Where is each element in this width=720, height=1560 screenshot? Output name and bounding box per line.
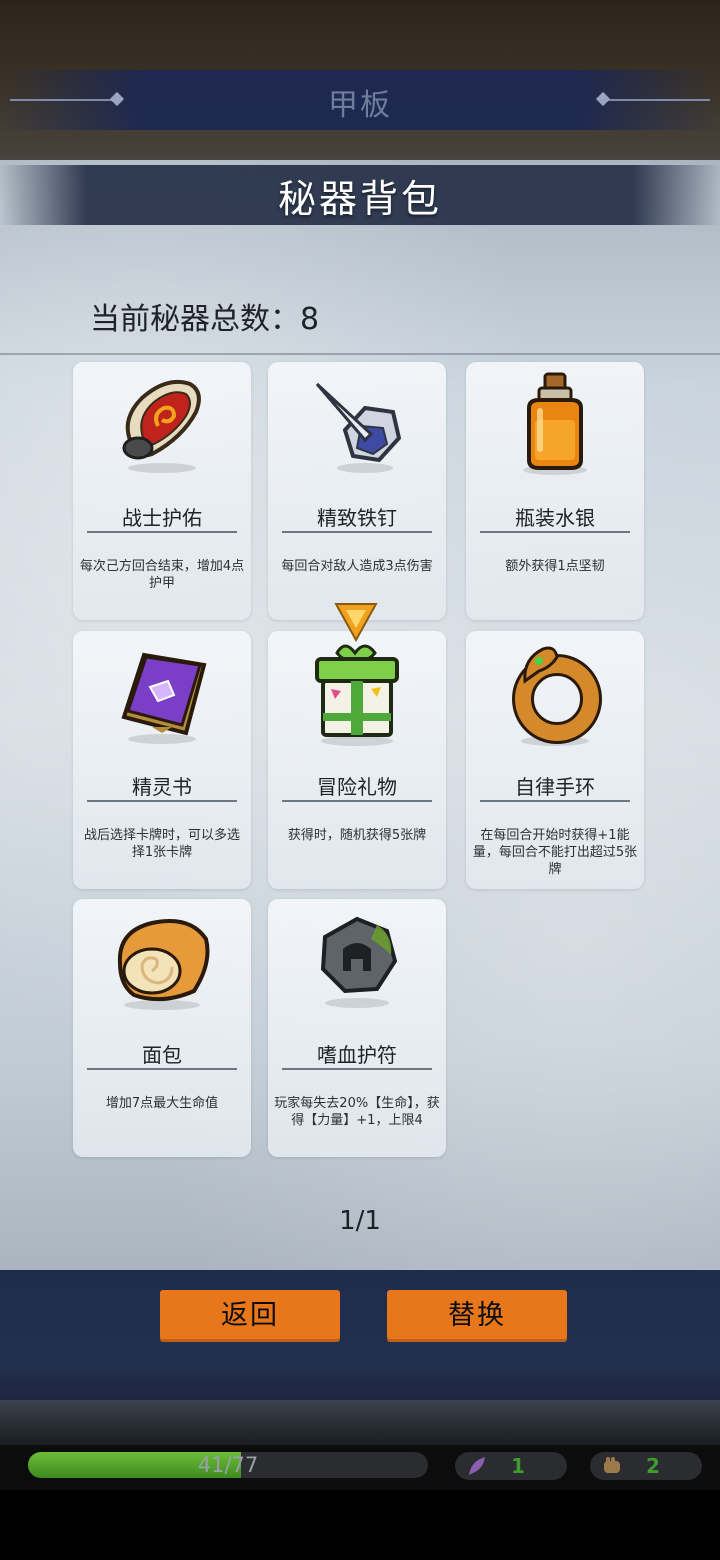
divider bbox=[0, 353, 720, 355]
name-underline bbox=[282, 800, 432, 802]
gift-box-icon bbox=[315, 644, 399, 746]
relic-name: 瓶装水银 bbox=[515, 506, 595, 530]
relic-description: 每次己方回合结束，增加4点护甲 bbox=[79, 559, 245, 591]
fist-icon bbox=[604, 1457, 620, 1473]
power-value: 2 bbox=[646, 1454, 660, 1478]
back-button[interactable]: 返回 bbox=[160, 1290, 340, 1342]
spell-book-icon bbox=[121, 652, 207, 744]
name-underline bbox=[282, 1068, 432, 1070]
scene-ground bbox=[0, 1400, 720, 1445]
name-underline bbox=[87, 1068, 237, 1070]
deck-title: 甲板 bbox=[328, 88, 392, 123]
stone-amulet-icon bbox=[320, 916, 398, 1008]
relic-card-bottled-mercury[interactable]: 瓶装水银 额外获得1点坚韧 bbox=[466, 362, 644, 620]
name-underline bbox=[480, 531, 630, 533]
panel-title: 秘器背包 bbox=[277, 177, 442, 221]
red-gauntlet-icon bbox=[122, 379, 201, 473]
relic-description: 获得时，随机获得5张牌 bbox=[287, 828, 427, 843]
name-underline bbox=[282, 531, 432, 533]
relic-name: 精致铁钉 bbox=[317, 506, 397, 530]
page-indicator: 1/1 bbox=[339, 1206, 381, 1236]
relic-name: 战士护佑 bbox=[122, 506, 202, 530]
bread-icon bbox=[117, 919, 210, 1010]
relic-card-bloodthirst-amulet[interactable]: 嗜血护符 玩家每失去20%【生命】，获得【力量】+1，上限4 bbox=[268, 899, 446, 1157]
relic-description: 每回合对敌人造成3点伤害 bbox=[281, 559, 433, 574]
relic-card-warrior-blessing[interactable]: 战士护佑 每次己方回合结束，增加4点护甲 bbox=[73, 362, 251, 620]
name-underline bbox=[480, 800, 630, 802]
relic-card-adventure-gift[interactable]: 冒险礼物 获得时，随机获得5张牌 bbox=[268, 631, 446, 889]
relic-description: 增加7点最大生命值 bbox=[105, 1096, 219, 1111]
hp-text: 41/77 bbox=[197, 1453, 259, 1477]
bottom-action-bar bbox=[0, 1270, 720, 1400]
relic-description: 在每回合开始时获得+1能量，每回合不能打出超过5张牌 bbox=[472, 828, 638, 877]
mercury-bottle-icon bbox=[523, 372, 587, 475]
energy-value: 1 bbox=[511, 1454, 525, 1478]
relic-description: 额外获得1点坚韧 bbox=[505, 559, 605, 574]
feather-icon bbox=[469, 1457, 485, 1475]
relic-count-value: 8 bbox=[300, 302, 320, 337]
dragon-bracelet-icon bbox=[512, 646, 602, 746]
relic-card-discipline-bracelet[interactable]: 自律手环 在每回合开始时获得+1能量，每回合不能打出超过5张牌 bbox=[466, 631, 644, 889]
relic-count: 当前秘器总数：8 bbox=[90, 294, 319, 338]
energy-counter: 1 bbox=[455, 1452, 567, 1480]
new-indicator-arrow-icon bbox=[334, 603, 378, 642]
relic-name: 自律手环 bbox=[515, 775, 595, 799]
relic-card-bread[interactable]: 面包 增加7点最大生命值 bbox=[73, 899, 251, 1157]
relic-description: 战后选择卡牌时，可以多选择1张卡牌 bbox=[83, 828, 240, 860]
name-underline bbox=[87, 531, 237, 533]
iron-nail-icon bbox=[315, 382, 402, 473]
name-underline bbox=[87, 800, 237, 802]
screen-bottom bbox=[0, 1490, 720, 1560]
relic-name: 嗜血护符 bbox=[317, 1043, 397, 1067]
relic-card-iron-nail[interactable]: 精致铁钉 每回合对敌人造成3点伤害 bbox=[268, 362, 446, 620]
power-counter: 2 bbox=[590, 1452, 702, 1480]
replace-button[interactable]: 替换 bbox=[387, 1290, 567, 1342]
relic-count-label: 当前秘器总数： bbox=[90, 302, 300, 337]
relic-name: 面包 bbox=[142, 1043, 182, 1067]
relic-name: 精灵书 bbox=[132, 775, 192, 799]
relic-description: 玩家每失去20%【生命】，获得【力量】+1，上限4 bbox=[274, 1096, 440, 1128]
relic-card-spirit-book[interactable]: 精灵书 战后选择卡牌时，可以多选择1张卡牌 bbox=[73, 631, 251, 889]
relic-name: 冒险礼物 bbox=[317, 775, 397, 799]
